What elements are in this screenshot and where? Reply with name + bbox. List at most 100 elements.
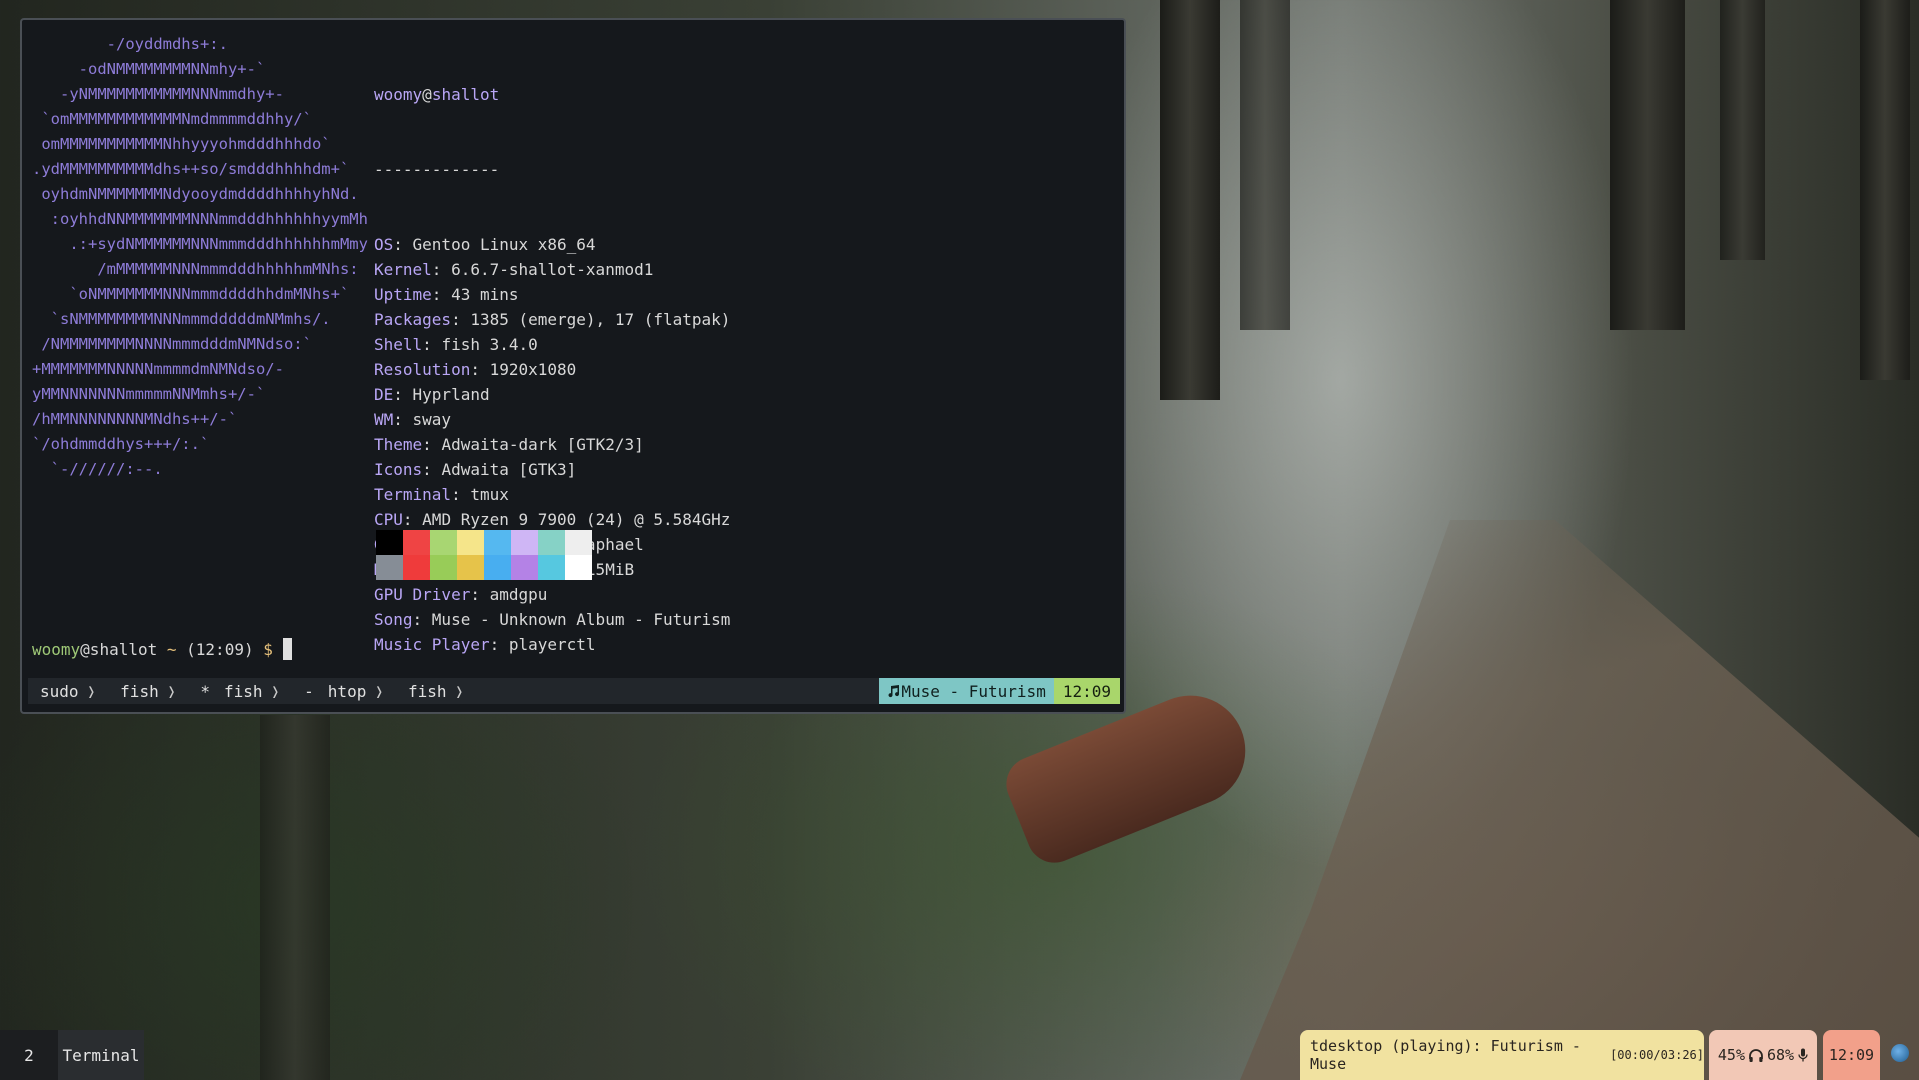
info-key: Theme bbox=[374, 435, 423, 454]
palette-swatch bbox=[457, 530, 484, 555]
prompt-user: woomy bbox=[32, 640, 81, 659]
info-value: Adwaita [GTK3] bbox=[441, 460, 577, 479]
info-host: shallot bbox=[431, 85, 500, 104]
info-value: 6.6.7-shallot-xanmod1 bbox=[451, 260, 654, 279]
media-time: [00:00/03:26] bbox=[1610, 1048, 1704, 1062]
palette-swatch bbox=[565, 530, 592, 555]
info-colon: : bbox=[431, 260, 452, 279]
palette-swatch bbox=[511, 530, 538, 555]
info-key: OS bbox=[374, 235, 394, 254]
tmux-window-name: htop bbox=[327, 681, 367, 701]
info-colon: : bbox=[393, 385, 413, 404]
tmux-clock: 12:09 bbox=[1053, 678, 1120, 704]
info-row: Resolution: 1920x1080 bbox=[374, 357, 730, 382]
tmux-separator-icon: ❭ bbox=[374, 681, 384, 701]
tmux-separator-icon: ❭ bbox=[270, 681, 281, 701]
wallpaper-tree bbox=[1860, 0, 1910, 380]
prompt-symbol: $ bbox=[263, 640, 273, 659]
info-key: Packages bbox=[374, 310, 452, 329]
tmux-window-tab[interactable]: sudo ❭ bbox=[28, 678, 108, 704]
prompt-host: @shallot bbox=[80, 640, 158, 659]
info-row: Song: Muse - Unknown Album - Futurism bbox=[374, 607, 730, 632]
info-key: Shell bbox=[374, 335, 423, 354]
wallpaper-tree bbox=[1610, 0, 1685, 330]
terminal-window[interactable]: -/oyddmdhs+:. -odNMMMMMMMMNNmhy+-` -yNMM… bbox=[20, 18, 1126, 714]
tmux-window-flag: * bbox=[200, 681, 210, 701]
palette-swatch bbox=[565, 555, 592, 580]
info-colon: : bbox=[470, 585, 490, 604]
info-key: Terminal bbox=[374, 485, 452, 504]
info-colon: : bbox=[451, 485, 471, 504]
shell-prompt[interactable]: woomy@shallot ~ (12:09) $ bbox=[32, 638, 292, 660]
info-colon: : bbox=[422, 435, 442, 454]
info-colon: : bbox=[402, 510, 423, 529]
info-value: sway bbox=[412, 410, 452, 429]
wallpaper-trail bbox=[1240, 520, 1919, 1080]
info-key: Resolution bbox=[374, 360, 471, 379]
headphones-icon bbox=[1749, 1048, 1763, 1062]
tmux-window-tab[interactable]: fish ❭ bbox=[108, 678, 188, 704]
palette-swatch bbox=[457, 555, 484, 580]
info-row: Kernel: 6.6.7-shallot-xanmod1 bbox=[374, 257, 730, 282]
info-value: Adwaita-dark [GTK2/3] bbox=[441, 435, 644, 454]
palette-swatch bbox=[484, 530, 511, 555]
tmux-window-name: fish bbox=[120, 681, 159, 701]
info-value: AMD Ryzen 9 7900 (24) @ 5.584GHz bbox=[422, 510, 731, 529]
palette-swatch bbox=[430, 555, 457, 580]
user-host-line: woomy@shallot bbox=[374, 82, 730, 107]
palette-swatch bbox=[430, 530, 457, 555]
telegram-icon[interactable] bbox=[1891, 1044, 1909, 1062]
gentoo-ascii-logo: -/oyddmdhs+:. -odNMMMMMMMMNNmhy+-` -yNMM… bbox=[32, 35, 368, 478]
tmux-window-tab[interactable]: fish ❭ bbox=[396, 678, 476, 704]
bar-clock[interactable]: 12:09 bbox=[1823, 1030, 1880, 1080]
info-rows: OS: Gentoo Linux x86_64 Kernel: 6.6.7-sha… bbox=[374, 232, 730, 657]
info-row: Terminal: tmux bbox=[374, 482, 730, 507]
workspace-indicator[interactable]: 2 bbox=[0, 1030, 58, 1080]
volume-level: 45% bbox=[1717, 1046, 1745, 1064]
info-value: 1385 (emerge), 17 (flatpak) bbox=[470, 310, 731, 329]
palette-swatch bbox=[538, 530, 565, 555]
wallpaper-tree bbox=[260, 715, 330, 1080]
info-colon: : bbox=[489, 635, 509, 654]
palette-swatch bbox=[376, 530, 403, 555]
info-row: Packages: 1385 (emerge), 17 (flatpak) bbox=[374, 307, 730, 332]
system-info: woomy@shallot ------------- OS: Gentoo L… bbox=[374, 32, 730, 707]
microphone-icon bbox=[1798, 1048, 1808, 1062]
tmux-window-tab[interactable]: * fish ❭ bbox=[188, 678, 292, 704]
info-value: Gentoo Linux x86_64 bbox=[412, 235, 596, 254]
info-value: 1920x1080 bbox=[489, 360, 577, 379]
tmux-separator-icon: ❭ bbox=[454, 681, 465, 701]
tmux-window-list: sudo ❭ fish ❭ * fish ❭ - htop ❭ fish ❭ bbox=[28, 678, 476, 704]
info-key: CPU bbox=[374, 510, 403, 529]
tmux-status-bar: sudo ❭ fish ❭ * fish ❭ - htop ❭ fish ❭ Muse - Futur… bbox=[28, 678, 1120, 704]
info-colon: : bbox=[451, 310, 471, 329]
wallpaper-tree bbox=[1160, 0, 1220, 400]
info-row: Shell: fish 3.4.0 bbox=[374, 332, 730, 357]
info-row: Icons: Adwaita [GTK3] bbox=[374, 457, 730, 482]
tmux-window-name: sudo bbox=[40, 681, 79, 701]
info-row: OS: Gentoo Linux x86_64 bbox=[374, 232, 730, 257]
info-colon: : bbox=[412, 610, 432, 629]
palette-swatch bbox=[403, 530, 430, 555]
palette-swatch bbox=[538, 555, 565, 580]
tmux-status-right: Muse - Futurism 12:09 bbox=[879, 678, 1120, 704]
info-row: Uptime: 43 mins bbox=[374, 282, 730, 307]
info-separator: ------------- bbox=[374, 160, 500, 179]
tmux-window-flag: - bbox=[304, 681, 314, 701]
color-palette bbox=[376, 530, 592, 580]
media-widget[interactable]: tdesktop (playing): Futurism - Muse [00:… bbox=[1300, 1030, 1704, 1080]
palette-swatch bbox=[484, 555, 511, 580]
info-row: GPU Driver: amdgpu bbox=[374, 582, 730, 607]
info-value: 43 mins bbox=[451, 285, 519, 304]
info-key: Icons bbox=[374, 460, 423, 479]
wallpaper-tree bbox=[1720, 0, 1765, 260]
info-row: Music Player: playerctl bbox=[374, 632, 730, 657]
tmux-song-text: Muse - Futurism bbox=[901, 681, 1046, 701]
info-key: GPU Driver bbox=[374, 585, 471, 604]
audio-widget[interactable]: 45% 68% bbox=[1709, 1030, 1817, 1080]
tmux-window-tab[interactable]: - htop ❭ bbox=[292, 678, 396, 704]
info-value: tmux bbox=[470, 485, 509, 504]
info-colon: : bbox=[393, 235, 413, 254]
info-row: Theme: Adwaita-dark [GTK2/3] bbox=[374, 432, 730, 457]
info-value: amdgpu bbox=[489, 585, 548, 604]
